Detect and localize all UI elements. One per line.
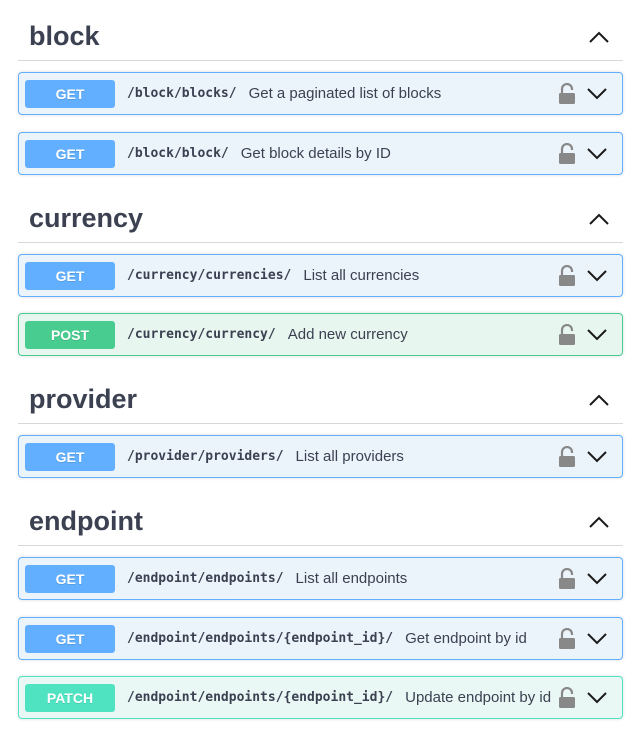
chevron-up-icon[interactable] [586,27,612,47]
section-header-endpoint[interactable]: endpoint [18,498,623,546]
operation-summary: Get block details by ID [240,145,391,162]
chevron-down-icon[interactable] [586,86,610,102]
chevron-up-icon[interactable] [586,512,612,532]
method-badge: GET [25,442,115,471]
operation-get-providers[interactable]: GET /provider/providers/ List all provid… [18,435,623,478]
operation-get-endpoints[interactable]: GET /endpoint/endpoints/ List all endpoi… [18,557,623,600]
operation-summary: Update endpoint by id [405,689,552,706]
method-badge: POST [25,320,115,349]
chevron-down-icon[interactable] [586,571,610,587]
lock-icon[interactable] [558,142,578,165]
method-badge: PATCH [25,683,115,712]
method-badge: GET [25,79,115,108]
section-title: block [29,21,100,51]
lock-icon[interactable] [558,567,578,590]
operation-post-currency[interactable]: POST /currency/currency/ Add new currenc… [18,313,623,356]
operation-path: /provider/providers/ [127,449,284,464]
section-endpoint: endpoint [18,498,623,546]
lock-icon[interactable] [558,686,578,709]
operation-path: /endpoint/endpoints/{endpoint_id}/ [127,631,394,646]
operation-summary: List all currencies [303,267,420,284]
chevron-down-icon[interactable] [586,631,610,647]
operation-path: /currency/currencies/ [127,268,292,283]
section-title: provider [29,384,138,414]
section-currency: currency [18,195,623,243]
operation-get-currencies[interactable]: GET /currency/currencies/ List all curre… [18,254,623,297]
chevron-down-icon[interactable] [586,327,610,343]
operation-get-blocks[interactable]: GET /block/blocks/ Get a paginated list … [18,72,623,115]
chevron-up-icon[interactable] [586,390,612,410]
chevron-down-icon[interactable] [586,268,610,284]
section-title: endpoint [29,506,143,536]
section-title: currency [29,203,144,233]
method-badge: GET [25,624,115,653]
operation-summary: Add new currency [287,326,408,343]
operation-summary: Get endpoint by id [405,630,527,647]
operation-path: /endpoint/endpoints/{endpoint_id}/ [127,690,394,705]
lock-icon[interactable] [558,264,578,287]
operation-path: /currency/currency/ [127,327,276,342]
section-provider: provider [18,376,623,424]
operation-summary: List all endpoints [295,570,408,587]
section-block: block [18,13,623,61]
operation-path: /endpoint/endpoints/ [127,571,284,586]
chevron-down-icon[interactable] [586,146,610,162]
section-header-currency[interactable]: currency [18,195,623,243]
method-badge: GET [25,139,115,168]
method-badge: GET [25,261,115,290]
method-badge: GET [25,564,115,593]
operation-summary: Get a paginated list of blocks [248,85,442,102]
section-header-provider[interactable]: provider [18,376,623,424]
operation-summary: List all providers [295,448,404,465]
operation-get-endpoint-by-id[interactable]: GET /endpoint/endpoints/{endpoint_id}/ G… [18,617,623,660]
section-header-block[interactable]: block [18,13,623,61]
lock-icon[interactable] [558,82,578,105]
lock-icon[interactable] [558,627,578,650]
chevron-down-icon[interactable] [586,690,610,706]
operation-path: /block/block/ [127,146,229,161]
lock-icon[interactable] [558,445,578,468]
lock-icon[interactable] [558,323,578,346]
chevron-up-icon[interactable] [586,209,612,229]
chevron-down-icon[interactable] [586,449,610,465]
operation-path: /block/blocks/ [127,86,237,101]
operation-get-block[interactable]: GET /block/block/ Get block details by I… [18,132,623,175]
operation-patch-endpoint-by-id[interactable]: PATCH /endpoint/endpoints/{endpoint_id}/… [18,676,623,719]
